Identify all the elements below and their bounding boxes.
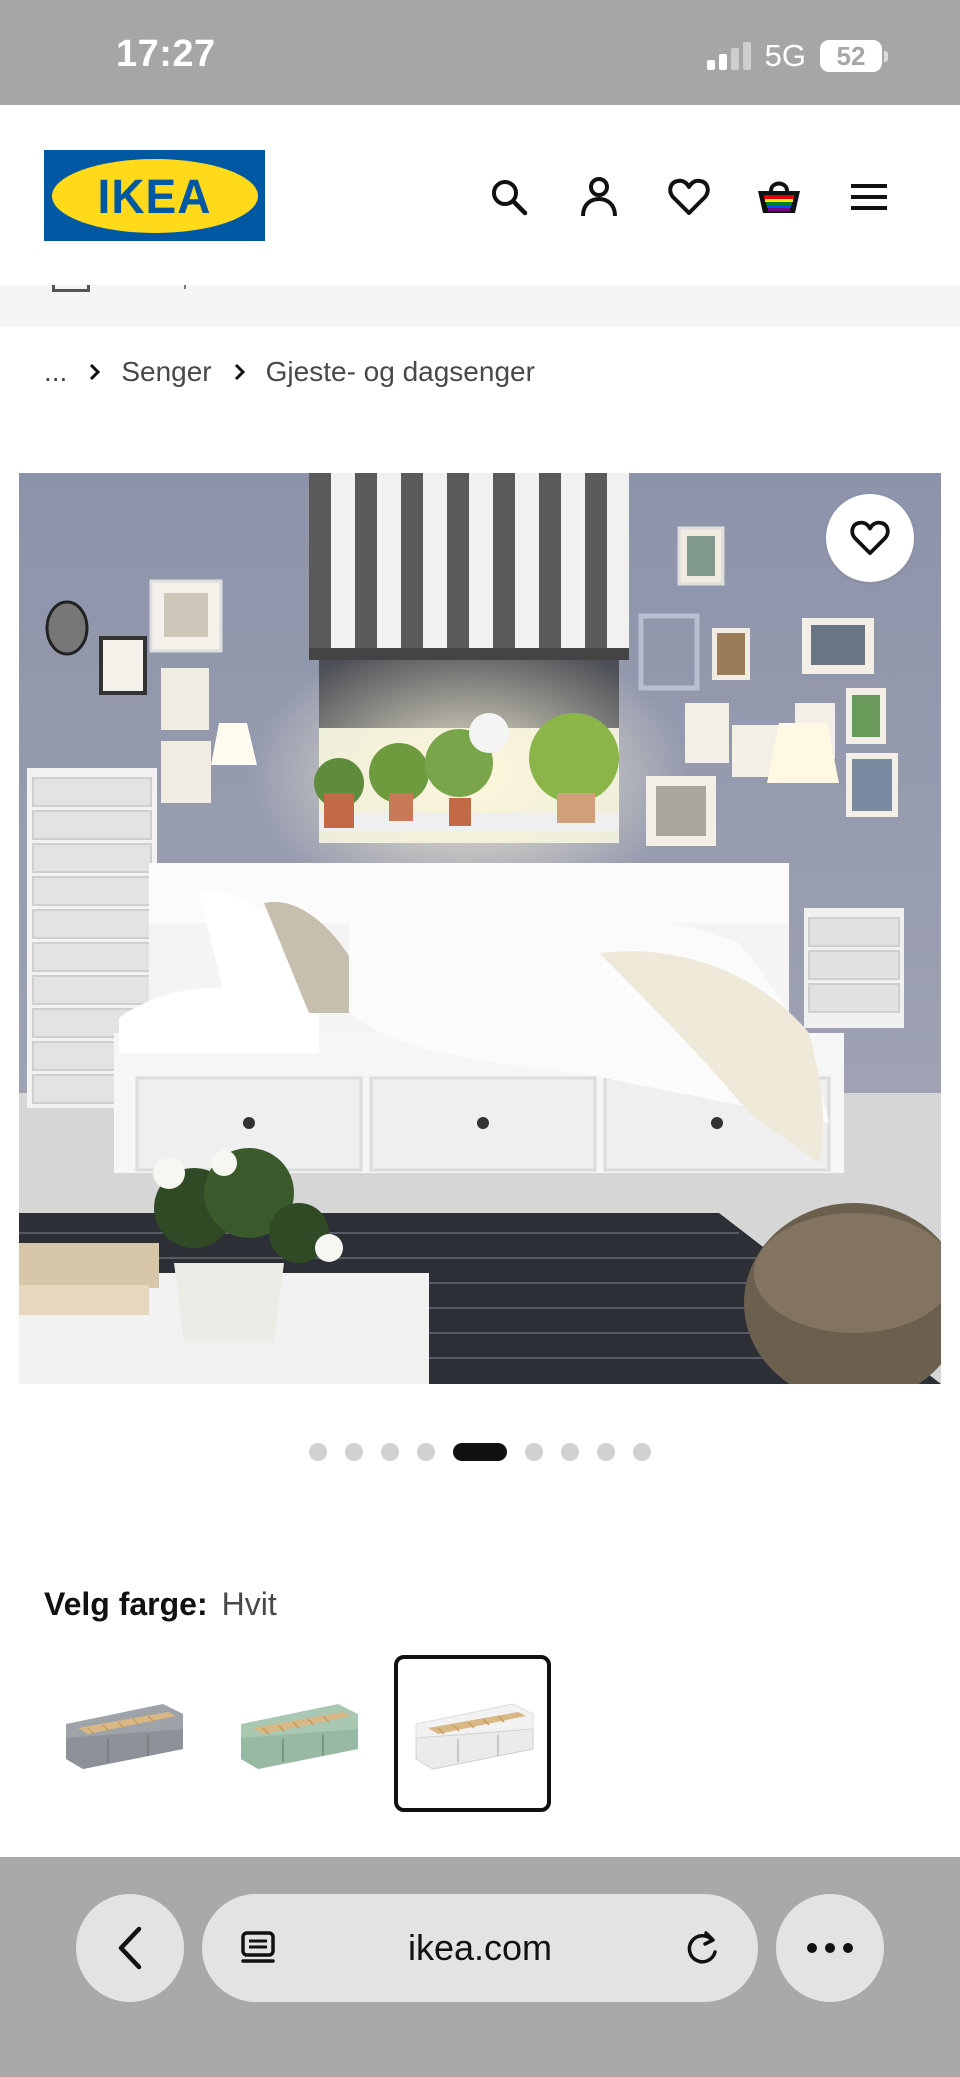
- selected-color-value: Hvit: [221, 1586, 277, 1622]
- address-bar[interactable]: ikea.com: [202, 1894, 758, 2002]
- carousel-dot[interactable]: [309, 1443, 327, 1461]
- color-swatch-white[interactable]: [394, 1655, 551, 1812]
- carousel-dot[interactable]: [417, 1443, 435, 1461]
- strip-icon: [52, 285, 90, 292]
- carousel-dot[interactable]: [345, 1443, 363, 1461]
- color-swatch-grey[interactable]: [44, 1655, 201, 1812]
- battery-icon: 52: [820, 40, 888, 72]
- heart-icon[interactable]: [665, 173, 713, 221]
- menu-icon[interactable]: [845, 173, 893, 221]
- reload-icon: [687, 1931, 717, 1964]
- back-button[interactable]: [76, 1894, 184, 2002]
- carousel-dot[interactable]: [561, 1443, 579, 1461]
- ikea-logo[interactable]: IKEA: [44, 150, 265, 241]
- carousel-dot[interactable]: [633, 1443, 651, 1461]
- search-icon[interactable]: [485, 173, 533, 221]
- chevron-right-icon: [89, 363, 101, 381]
- status-bar: 17:27 5G 52: [0, 0, 960, 105]
- heart-icon: [850, 520, 890, 556]
- breadcrumb-item-gjeste[interactable]: Gjeste- og dagsenger: [266, 356, 535, 388]
- carousel-dot[interactable]: [381, 1443, 399, 1461]
- ellipsis-icon: [807, 1943, 853, 1953]
- add-to-favorites-button[interactable]: [826, 494, 914, 582]
- status-indicators: 5G 52: [706, 38, 888, 74]
- more-options-button[interactable]: [776, 1894, 884, 2002]
- color-swatch-green[interactable]: [219, 1655, 376, 1812]
- page-menu-icon: [241, 1931, 275, 1963]
- chevron-left-icon: [118, 1926, 142, 1970]
- color-selector-label: Velg farge: Hvit: [44, 1586, 277, 1623]
- site-header: IKEA: [0, 105, 960, 285]
- color-label-text: Velg farge:: [44, 1586, 208, 1622]
- image-carousel-dots: [0, 1443, 960, 1461]
- carousel-dot[interactable]: [525, 1443, 543, 1461]
- url-text: ikea.com: [407, 1927, 553, 1968]
- header-actions: [485, 173, 893, 221]
- breadcrumb: ... Senger Gjeste- og dagsenger: [44, 356, 535, 388]
- status-time: 17:27: [116, 33, 216, 75]
- logo-text: IKEA: [97, 168, 212, 223]
- breadcrumb-item-senger[interactable]: Senger: [121, 356, 211, 388]
- sticky-strip: [0, 285, 960, 327]
- user-icon[interactable]: [575, 173, 623, 221]
- product-image[interactable]: [19, 473, 941, 1384]
- browser-toolbar: ikea.com: [0, 1857, 960, 2077]
- color-swatches: [44, 1655, 551, 1812]
- basket-icon[interactable]: [755, 173, 803, 221]
- carousel-dot-active[interactable]: [453, 1443, 507, 1461]
- chevron-right-icon: [234, 363, 246, 381]
- carousel-dot[interactable]: [597, 1443, 615, 1461]
- signal-icon: [706, 42, 751, 70]
- battery-level: 52: [820, 40, 882, 72]
- breadcrumb-ellipsis[interactable]: ...: [44, 356, 67, 388]
- network-label: 5G: [764, 38, 806, 73]
